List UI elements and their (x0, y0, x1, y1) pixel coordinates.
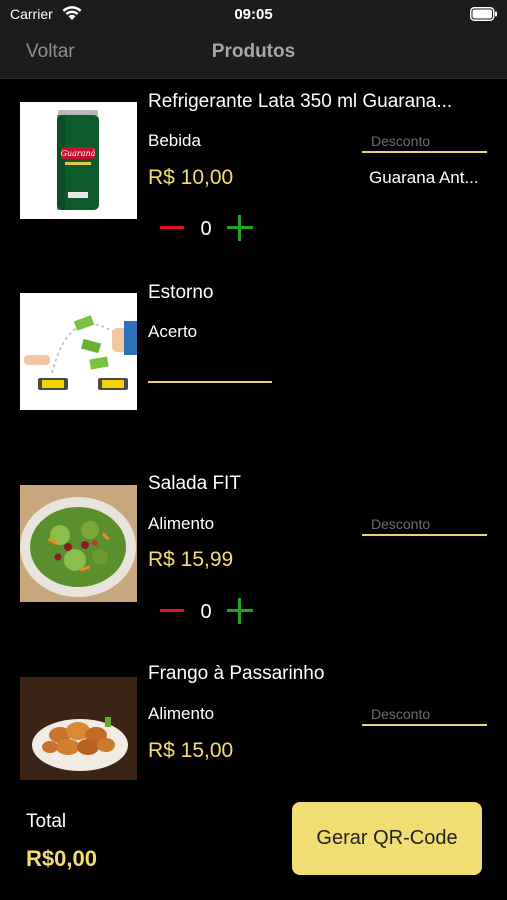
navigation-bar: Voltar Produtos (0, 30, 507, 79)
product-image-chicken (20, 677, 137, 780)
discount-field[interactable] (362, 514, 487, 536)
product-card: Salada FIT Alimento R$ 15,99 0 (0, 470, 507, 670)
increase-quantity-button[interactable] (226, 214, 254, 242)
product-price: R$ 15,00 (148, 739, 234, 762)
page-title: Produtos (211, 41, 296, 62)
product-category: Acerto (148, 322, 198, 341)
quantity-value: 0 (200, 601, 212, 623)
product-category: Alimento (148, 514, 215, 533)
product-price: R$ 15,99 (148, 548, 234, 571)
product-name: Salada FIT (148, 473, 241, 494)
product-name: Estorno (148, 282, 214, 303)
back-button[interactable]: Voltar (26, 41, 75, 63)
product-card: Guaraná Refrigerante Lata 350 ml Guarana… (0, 80, 507, 280)
discount-field[interactable] (362, 704, 487, 726)
product-category: Alimento (148, 704, 215, 723)
increase-quantity-button[interactable] (226, 597, 254, 625)
generate-qr-code-button[interactable]: Gerar QR-Code (292, 802, 482, 875)
product-list[interactable]: Guaraná Refrigerante Lata 350 ml Guarana… (0, 80, 507, 780)
product-category: Bebida (148, 131, 201, 150)
product-image-refund (20, 293, 137, 410)
product-description: Guarana Ant... (369, 168, 479, 187)
value-input-field[interactable] (148, 381, 272, 383)
product-card: Frango à Passarinho Alimento R$ 15,00 (0, 660, 507, 780)
product-name: Refrigerante Lata 350 ml Guarana... (148, 91, 453, 112)
quantity-value: 0 (200, 218, 212, 240)
total-label: Total (26, 811, 67, 832)
decrease-quantity-button[interactable] (158, 599, 186, 623)
decrease-quantity-button[interactable] (158, 216, 186, 240)
product-image-soda-can: Guaraná (20, 102, 137, 219)
status-bar: Carrier 09:05 (0, 0, 507, 30)
footer: Total R$0,00 Gerar QR-Code (0, 780, 507, 900)
battery-icon (470, 7, 497, 21)
product-price: R$ 10,00 (148, 166, 234, 189)
product-name: Frango à Passarinho (148, 663, 325, 684)
svg-text:Guaraná: Guaraná (61, 149, 96, 158)
total-value: R$0,00 (26, 846, 97, 871)
status-time: 09:05 (234, 6, 273, 23)
discount-field[interactable] (362, 131, 487, 153)
product-image-salad (20, 485, 137, 602)
product-card: Estorno Acerto (0, 280, 507, 470)
